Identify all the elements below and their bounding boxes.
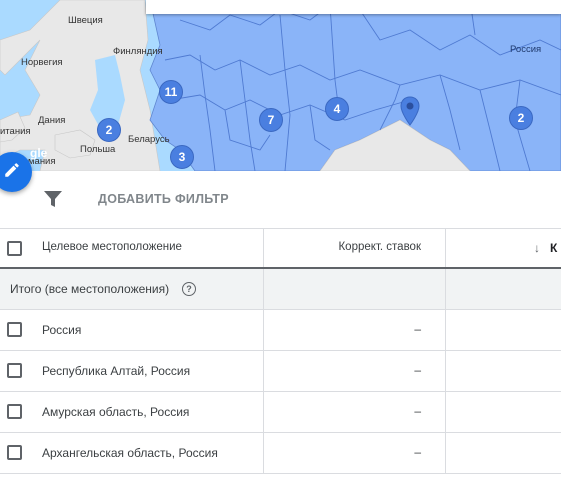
map-label-russia: Россия <box>510 44 542 55</box>
map-cluster-volga[interactable]: 4 <box>325 97 349 121</box>
table-row[interactable]: Россия – <box>0 310 561 351</box>
row-checkbox[interactable] <box>7 445 22 460</box>
table-total-row: Итого (все местоположения) ? <box>0 269 561 310</box>
map-label-finland: Финляндия <box>113 46 163 57</box>
column-header-next[interactable]: К <box>550 241 557 255</box>
table-row[interactable]: Республика Алтай, Россия – <box>0 351 561 392</box>
row-bid-adjustment[interactable]: – <box>264 322 421 336</box>
map-label-poland: Польша <box>80 144 116 155</box>
map-cluster-belarus[interactable]: 3 <box>170 145 194 169</box>
page: Швеция Финляндия Норвегия Дания итания Б… <box>0 0 561 481</box>
map-label-denmark: Дания <box>38 115 66 126</box>
map-cluster-poland[interactable]: 2 <box>97 118 121 142</box>
column-divider <box>445 433 446 473</box>
filter-bar: ДОБАВИТЬ ФИЛЬТР <box>0 171 561 228</box>
table-row[interactable]: Архангельская область, Россия – <box>0 433 561 474</box>
column-header-location[interactable]: Целевое местоположение <box>42 241 182 253</box>
locations-table: Целевое местоположение Коррект. ставок ↓… <box>0 228 561 481</box>
help-icon[interactable]: ? <box>182 282 196 296</box>
map-pin-icon[interactable] <box>400 96 420 131</box>
map-cluster-finland[interactable]: 11 <box>159 80 183 104</box>
table-row[interactable]: Амурская область, Россия – <box>0 392 561 433</box>
row-checkbox[interactable] <box>7 322 22 337</box>
column-divider <box>263 269 264 309</box>
sort-arrow-icon[interactable]: ↓ <box>534 241 540 255</box>
map-label-britain: итания <box>0 126 31 137</box>
table-header-row: Целевое местоположение Коррект. ставок ↓… <box>0 228 561 269</box>
row-location: Россия <box>42 323 82 337</box>
column-divider <box>445 269 446 309</box>
row-location: Амурская область, Россия <box>42 405 190 419</box>
map-label-sweden: Швеция <box>68 15 103 26</box>
location-map[interactable]: Швеция Финляндия Норвегия Дания итания Б… <box>0 0 561 171</box>
filter-icon[interactable] <box>44 191 62 212</box>
map-label-norway: Норвегия <box>21 57 63 68</box>
total-label: Итого (все местоположения) <box>10 282 170 296</box>
map-cluster-east[interactable]: 2 <box>509 106 533 130</box>
select-all-checkbox[interactable] <box>7 241 22 256</box>
row-location: Архангельская область, Россия <box>42 446 218 460</box>
map-label-belarus: Беларусь <box>128 134 170 145</box>
row-checkbox[interactable] <box>7 363 22 378</box>
column-divider <box>445 392 446 432</box>
row-checkbox[interactable] <box>7 404 22 419</box>
map-cluster-central[interactable]: 7 <box>259 108 283 132</box>
row-bid-adjustment[interactable]: – <box>264 445 421 459</box>
column-divider <box>445 351 446 391</box>
column-divider <box>445 229 446 267</box>
map-google-watermark: gle <box>30 146 48 160</box>
column-header-bid-adjustment[interactable]: Коррект. ставок <box>264 241 421 253</box>
column-divider <box>445 310 446 350</box>
map-top-panel <box>146 0 561 14</box>
pencil-icon <box>3 161 21 184</box>
row-bid-adjustment[interactable]: – <box>264 363 421 377</box>
add-filter-button[interactable]: ДОБАВИТЬ ФИЛЬТР <box>98 192 229 206</box>
row-bid-adjustment[interactable]: – <box>264 404 421 418</box>
row-location: Республика Алтай, Россия <box>42 364 191 378</box>
